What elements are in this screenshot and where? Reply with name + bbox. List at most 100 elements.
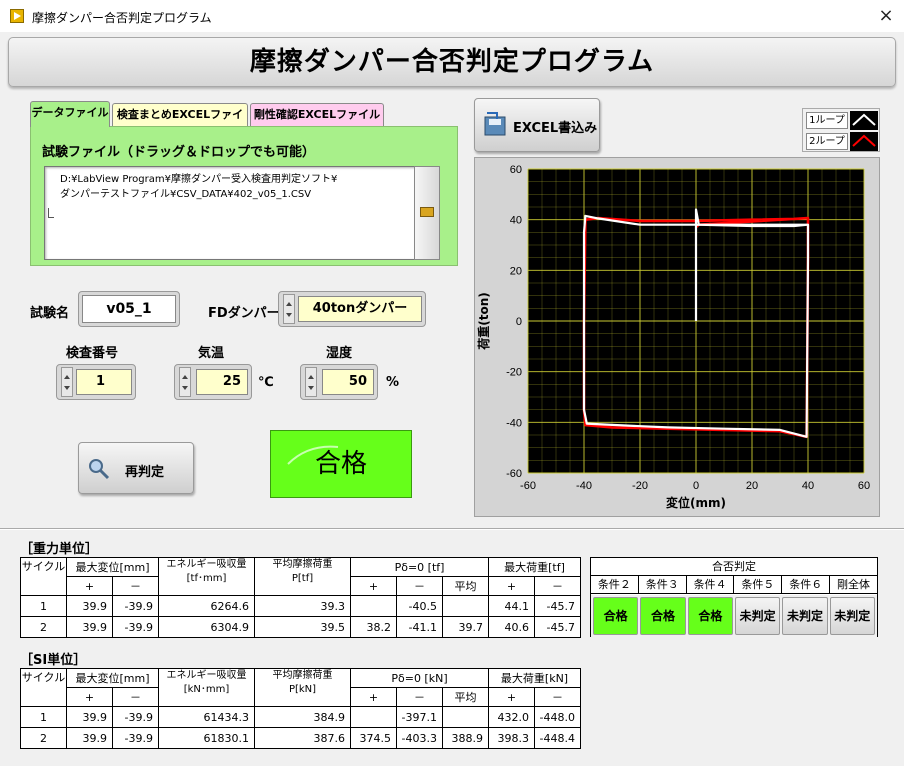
fd-damper-spinner[interactable]	[283, 294, 295, 324]
cell-avg: 387.6	[254, 727, 351, 749]
inspection-no-label: 検査番号	[66, 346, 119, 361]
cell-pd-avg	[442, 595, 489, 617]
cell-cycle: 2	[20, 616, 67, 638]
inspection-no-spinner[interactable]	[61, 367, 73, 397]
cell-avg: 39.3	[254, 595, 351, 617]
col-disp-plus: +	[66, 687, 113, 707]
col-cycle: サイクル	[20, 668, 67, 707]
col-load-minus: －	[534, 576, 581, 596]
tab-data-file[interactable]: データファイル	[30, 101, 110, 127]
col-energy: エネルギー吸収量 [kN･mm]	[158, 668, 255, 707]
cell-load-plus: 40.6	[488, 616, 535, 638]
col-p-delta: Pδ=0 [kN]	[350, 668, 489, 688]
cell-pd-plus	[350, 706, 397, 728]
cell-energy: 61434.3	[158, 706, 255, 728]
excel-write-button[interactable]: EXCEL書込み	[474, 98, 600, 152]
overall-result-label: 合格	[314, 449, 367, 479]
gravity-section-title: ［重力単位］	[20, 542, 99, 557]
file-path-text: D:¥LabView Program¥摩擦ダンパー受入検査用判定ソフト¥ ダンパ…	[60, 174, 338, 200]
col-pd-plus: +	[350, 687, 397, 707]
tab-summary-excel[interactable]: 検査まとめEXCELファイル	[112, 103, 248, 143]
x-axis-label: 変位(mm)	[666, 495, 726, 510]
judgement-condition-2: 合格	[593, 597, 639, 635]
si-section-title: ［SI単位］	[20, 653, 87, 668]
judgement-overall: 未判定	[829, 597, 875, 635]
humidity-field[interactable]: 50	[322, 369, 374, 395]
tab-stiffness-excel[interactable]: 剛性確認EXCELファイル	[250, 103, 384, 127]
gravity-results-table: サイクル 最大変位[mm] エネルギー吸収量 [tf･mm] 平均摩擦荷重 P[…	[20, 557, 581, 638]
y-axis-label: 荷重(ton)	[476, 292, 491, 351]
section-divider	[0, 528, 904, 530]
cell-disp-minus: -39.9	[112, 616, 159, 638]
cell-load-minus: -45.7	[534, 595, 581, 617]
col-pd-minus: －	[396, 687, 443, 707]
cell-load-minus: -448.4	[534, 727, 581, 749]
col-load-minus: －	[534, 687, 581, 707]
cell-load-minus: -45.7	[534, 616, 581, 638]
cell-disp-plus: 39.9	[66, 595, 113, 617]
cell-load-plus: 44.1	[488, 595, 535, 617]
legend-label-loop2: 2ループ	[806, 133, 848, 150]
path-marker-icon	[48, 208, 54, 218]
judgement-condition-3: 合格	[640, 597, 686, 635]
col-load-plus: +	[488, 576, 535, 596]
legend-label-loop1: 1ループ	[806, 112, 848, 129]
cell-disp-plus: 39.9	[66, 616, 113, 638]
legend-swatch-loop2	[850, 132, 878, 151]
cell-cycle: 1	[20, 595, 67, 617]
col-load-plus: +	[488, 687, 535, 707]
x-tick-label: -40	[576, 480, 592, 492]
rejudge-button[interactable]: 再判定	[78, 442, 194, 494]
condition-3-label: 条件３	[639, 576, 687, 593]
fd-damper-select[interactable]: 40tonダンパー	[298, 296, 422, 322]
judgement-condition-5: 未判定	[734, 597, 781, 635]
test-name-field[interactable]: v05_1	[82, 295, 176, 323]
test-name-label: 試験名	[30, 306, 70, 321]
overall-result-indicator: 合格	[270, 430, 412, 498]
col-disp-minus: －	[112, 687, 159, 707]
col-max-disp: 最大変位[mm]	[66, 668, 159, 688]
temperature-unit: ℃	[258, 375, 274, 390]
condition-4-label: 条件４	[687, 576, 735, 593]
legend-swatch-loop1	[850, 111, 878, 130]
humidity-label: 湿度	[326, 346, 353, 361]
table-row: 2 39.9 -39.9 6304.9 39.5 38.2 -41.1 39.7…	[20, 616, 581, 638]
cell-energy: 6264.6	[158, 595, 255, 617]
cell-disp-plus: 39.9	[66, 727, 113, 749]
si-results-table: サイクル 最大変位[mm] エネルギー吸収量 [kN･mm] 平均摩擦荷重 P[…	[20, 668, 581, 749]
y-tick-label: -60	[506, 468, 522, 480]
cell-pd-minus: -403.3	[396, 727, 443, 749]
rejudge-label: 再判定	[125, 465, 165, 480]
close-icon[interactable]: ×	[872, 4, 900, 28]
page-title: 摩擦ダンパー合否判定プログラム	[249, 47, 655, 77]
col-pd-minus: －	[396, 576, 443, 596]
x-tick-label: 40	[802, 480, 814, 492]
temperature-field[interactable]: 25	[196, 369, 248, 395]
cell-pd-minus: -41.1	[396, 616, 443, 638]
cell-pd-plus	[350, 595, 397, 617]
magnifier-icon	[89, 459, 110, 480]
col-disp-plus: +	[66, 576, 113, 596]
col-disp-minus: －	[112, 576, 159, 596]
condition-6-label: 条件６	[782, 576, 831, 593]
y-tick-label: -20	[506, 367, 522, 379]
temperature-spinner[interactable]	[179, 367, 191, 397]
x-tick-label: 60	[858, 480, 870, 492]
cell-pd-avg: 388.9	[442, 727, 489, 749]
y-tick-label: 40	[510, 215, 522, 227]
condition-header-row: 条件２ 条件３ 条件４ 条件５ 条件６ 剛全体	[591, 576, 877, 594]
col-max-load: 最大荷重[kN]	[488, 668, 581, 688]
col-p-delta: Pδ=0 [tf]	[350, 557, 489, 577]
condition-2-label: 条件２	[591, 576, 639, 593]
y-tick-label: 60	[510, 164, 522, 176]
app-icon	[10, 9, 24, 23]
table-row: 2 39.9 -39.9 61830.1 387.6 374.5 -403.3 …	[20, 727, 581, 749]
col-energy: エネルギー吸収量 [tf･mm]	[158, 557, 255, 596]
x-tick-label: 20	[746, 480, 758, 492]
humidity-spinner[interactable]	[305, 367, 317, 397]
inspection-no-field[interactable]: 1	[76, 369, 132, 395]
cell-pd-minus: -397.1	[396, 706, 443, 728]
page-header: 摩擦ダンパー合否判定プログラム	[8, 37, 896, 87]
cell-energy: 61830.1	[158, 727, 255, 749]
cell-load-minus: -448.0	[534, 706, 581, 728]
